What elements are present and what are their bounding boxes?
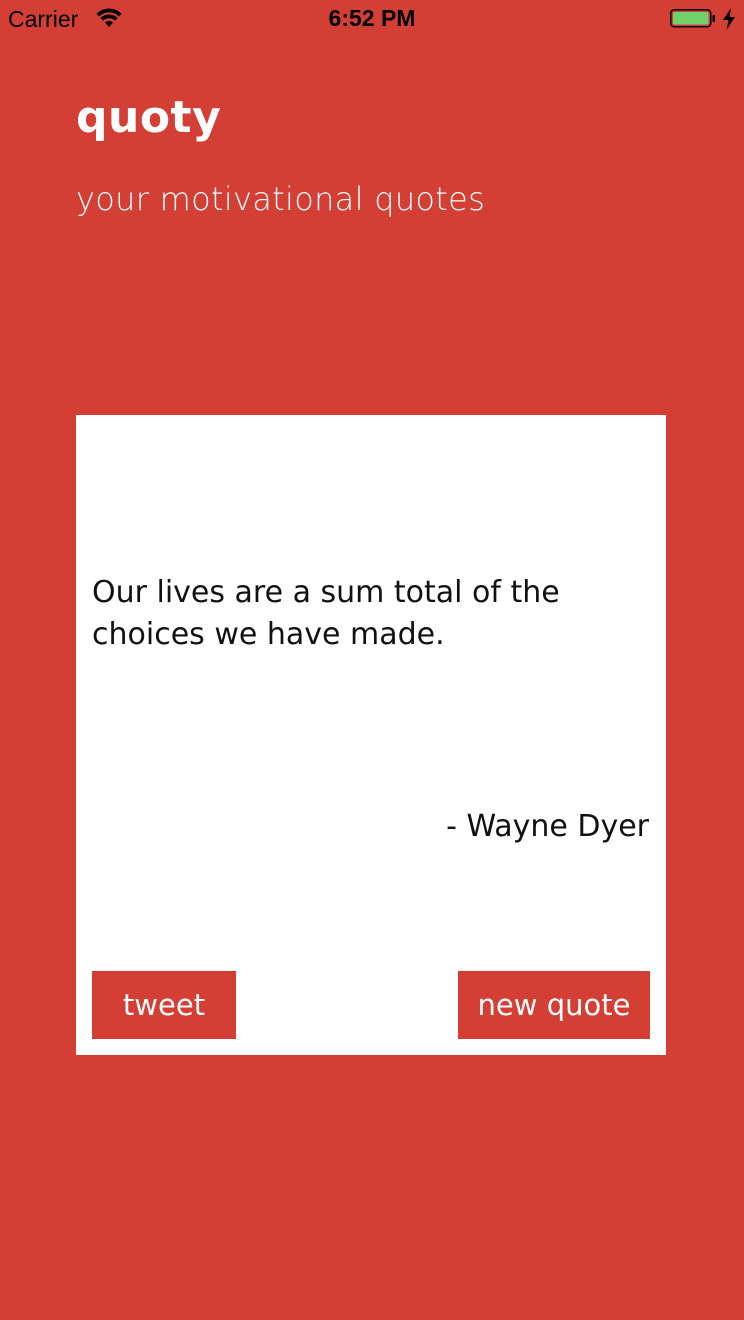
tweet-button[interactable]: tweet xyxy=(92,971,236,1039)
quote-author: - Wayne Dyer xyxy=(446,809,649,844)
app-subtitle: your motivational quotes xyxy=(76,180,486,218)
charging-bolt-icon xyxy=(722,8,736,30)
quote-text: Our lives are a sum total of the choices… xyxy=(92,575,560,652)
app-title: quoty xyxy=(76,92,222,143)
status-bar: Carrier 6:52 PM xyxy=(0,0,744,40)
new-quote-button[interactable]: new quote xyxy=(458,971,650,1039)
clock-time: 6:52 PM xyxy=(328,5,416,31)
quote-card: Our lives are a sum total of the choices… xyxy=(76,415,666,1055)
battery-icon xyxy=(670,9,716,28)
